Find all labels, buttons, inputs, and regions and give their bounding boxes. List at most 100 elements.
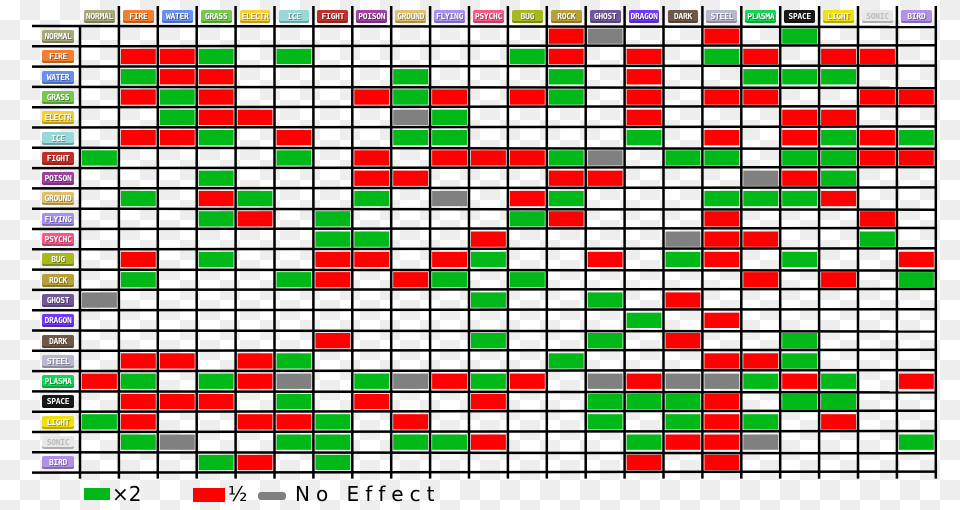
- cell-fire-vs-fire: [120, 48, 156, 65]
- column-header-flying: FLYING: [434, 10, 465, 23]
- cell-fire-vs-dragon: [626, 48, 662, 65]
- cell-space-vs-light: [821, 393, 856, 410]
- cell-light-vs-ghost: [587, 414, 623, 430]
- cell-plasma-vs-grass: [198, 373, 234, 389]
- cell-psychc-vs-psychc: [471, 231, 506, 247]
- cell-plasma-vs-bug: [509, 373, 545, 389]
- cell-ice-vs-ground: [393, 130, 429, 146]
- grid-hline: [31, 104, 936, 109]
- cell-fight-vs-space: [782, 150, 818, 166]
- cell-normal-vs-rock: [548, 28, 584, 44]
- cell-ice-vs-sonic: [860, 130, 895, 146]
- cell-fire-vs-rock: [548, 48, 584, 65]
- cell-space-vs-dark: [665, 393, 701, 410]
- cell-fight-vs-flying: [432, 150, 467, 166]
- cell-sonic-vs-flying: [432, 434, 467, 450]
- cell-bug-vs-grass: [198, 251, 234, 268]
- cell-rock-vs-ice: [276, 272, 312, 288]
- row-header-ghost: GHOST: [42, 293, 74, 307]
- column-header-dragon: DRAGON: [628, 10, 660, 23]
- cell-fire-vs-bug: [509, 48, 545, 65]
- cell-dragon-vs-dragon: [626, 312, 662, 328]
- row-header-electr: ELECTR: [42, 111, 74, 125]
- cell-fight-vs-bird: [898, 150, 934, 166]
- cell-psychc-vs-poison: [354, 231, 390, 247]
- grid-hline: [31, 207, 936, 211]
- grid-hline: [31, 287, 936, 292]
- column-header-ice: ICE: [278, 10, 310, 23]
- cell-grass-vs-bird: [898, 89, 934, 105]
- cell-grass-vs-flying: [432, 89, 467, 105]
- legend-swatch-super-effective: [84, 488, 110, 500]
- cell-electr-vs-dragon: [626, 109, 662, 125]
- cell-water-vs-dragon: [626, 69, 662, 85]
- column-header-space: SPACE: [784, 10, 816, 23]
- column-header-bug: BUG: [511, 10, 543, 23]
- grid-hline: [31, 85, 936, 90]
- grid-hline: [31, 451, 936, 455]
- cell-ground-vs-light: [821, 190, 856, 207]
- grid-hline: [31, 470, 936, 474]
- cell-ground-vs-bug: [509, 190, 545, 207]
- cell-grass-vs-ground: [393, 89, 429, 105]
- row-header-grass: GRASS: [42, 90, 74, 104]
- cell-rock-vs-flying: [432, 272, 467, 288]
- cell-light-vs-ice: [276, 414, 312, 430]
- cell-ice-vs-light: [821, 130, 856, 146]
- legend-label-not-very-effective: ½: [228, 482, 248, 506]
- cell-light-vs-light: [821, 414, 856, 430]
- cell-bug-vs-bird: [898, 251, 934, 268]
- cell-bird-vs-grass: [198, 454, 234, 471]
- cell-poison-vs-space: [782, 170, 818, 186]
- cell-flying-vs-bug: [509, 211, 545, 227]
- cell-bug-vs-fire: [120, 251, 156, 268]
- cell-grass-vs-bug: [509, 89, 545, 105]
- cell-plasma-vs-flying: [432, 373, 467, 389]
- cell-grass-vs-fire: [120, 89, 156, 105]
- cell-fire-vs-light: [821, 48, 856, 65]
- cell-flying-vs-sonic: [860, 211, 895, 227]
- cell-ice-vs-bird: [898, 130, 934, 146]
- cell-poison-vs-ghost: [587, 170, 623, 186]
- grid-hline: [31, 390, 936, 394]
- column-header-steel: STEEL: [706, 10, 738, 23]
- column-header-electr: ELECTR: [239, 10, 271, 23]
- cell-grass-vs-dragon: [626, 89, 662, 105]
- cell-flying-vs-steel: [704, 211, 740, 227]
- cell-light-vs-ground: [393, 414, 429, 430]
- row-header-psychc: PSYCHC: [42, 233, 74, 246]
- cell-ground-vs-poison: [354, 190, 390, 207]
- cell-poison-vs-plasma: [743, 170, 779, 186]
- row-header-bird: BIRD: [42, 456, 74, 470]
- cell-sonic-vs-water: [159, 434, 195, 450]
- type-chart: [31, 6, 938, 479]
- cell-poison-vs-poison: [354, 170, 390, 186]
- cell-space-vs-grass: [198, 393, 234, 410]
- cell-ice-vs-water: [159, 130, 195, 146]
- column-header-rock: ROCK: [550, 10, 582, 23]
- cell-electr-vs-flying: [432, 109, 467, 125]
- cell-bug-vs-poison: [354, 251, 390, 268]
- cell-ground-vs-flying: [432, 190, 467, 207]
- column-header-ground: GROUND: [395, 10, 427, 23]
- cell-rock-vs-bug: [509, 272, 545, 288]
- column-header-dark: DARK: [667, 10, 699, 23]
- cell-space-vs-ice: [276, 393, 312, 410]
- row-header-sonic: SONIC: [42, 436, 74, 449]
- cell-sonic-vs-dragon: [626, 434, 662, 450]
- cell-plasma-vs-plasma: [743, 373, 779, 389]
- cell-ghost-vs-dark: [665, 292, 701, 308]
- cell-water-vs-space: [782, 69, 818, 85]
- cell-bug-vs-steel: [704, 251, 740, 268]
- cell-rock-vs-fight: [315, 272, 351, 288]
- cell-fire-vs-plasma: [743, 48, 779, 65]
- cell-electr-vs-electr: [237, 109, 273, 125]
- cell-sonic-vs-fight: [315, 434, 351, 450]
- grid-hline: [31, 24, 936, 29]
- cell-plasma-vs-fire: [120, 373, 156, 389]
- row-header-dark: DARK: [42, 334, 74, 348]
- cell-grass-vs-rock: [548, 89, 584, 105]
- cell-grass-vs-plasma: [743, 89, 779, 105]
- cell-bug-vs-space: [782, 251, 818, 268]
- column-header-fire: FIRE: [122, 10, 154, 23]
